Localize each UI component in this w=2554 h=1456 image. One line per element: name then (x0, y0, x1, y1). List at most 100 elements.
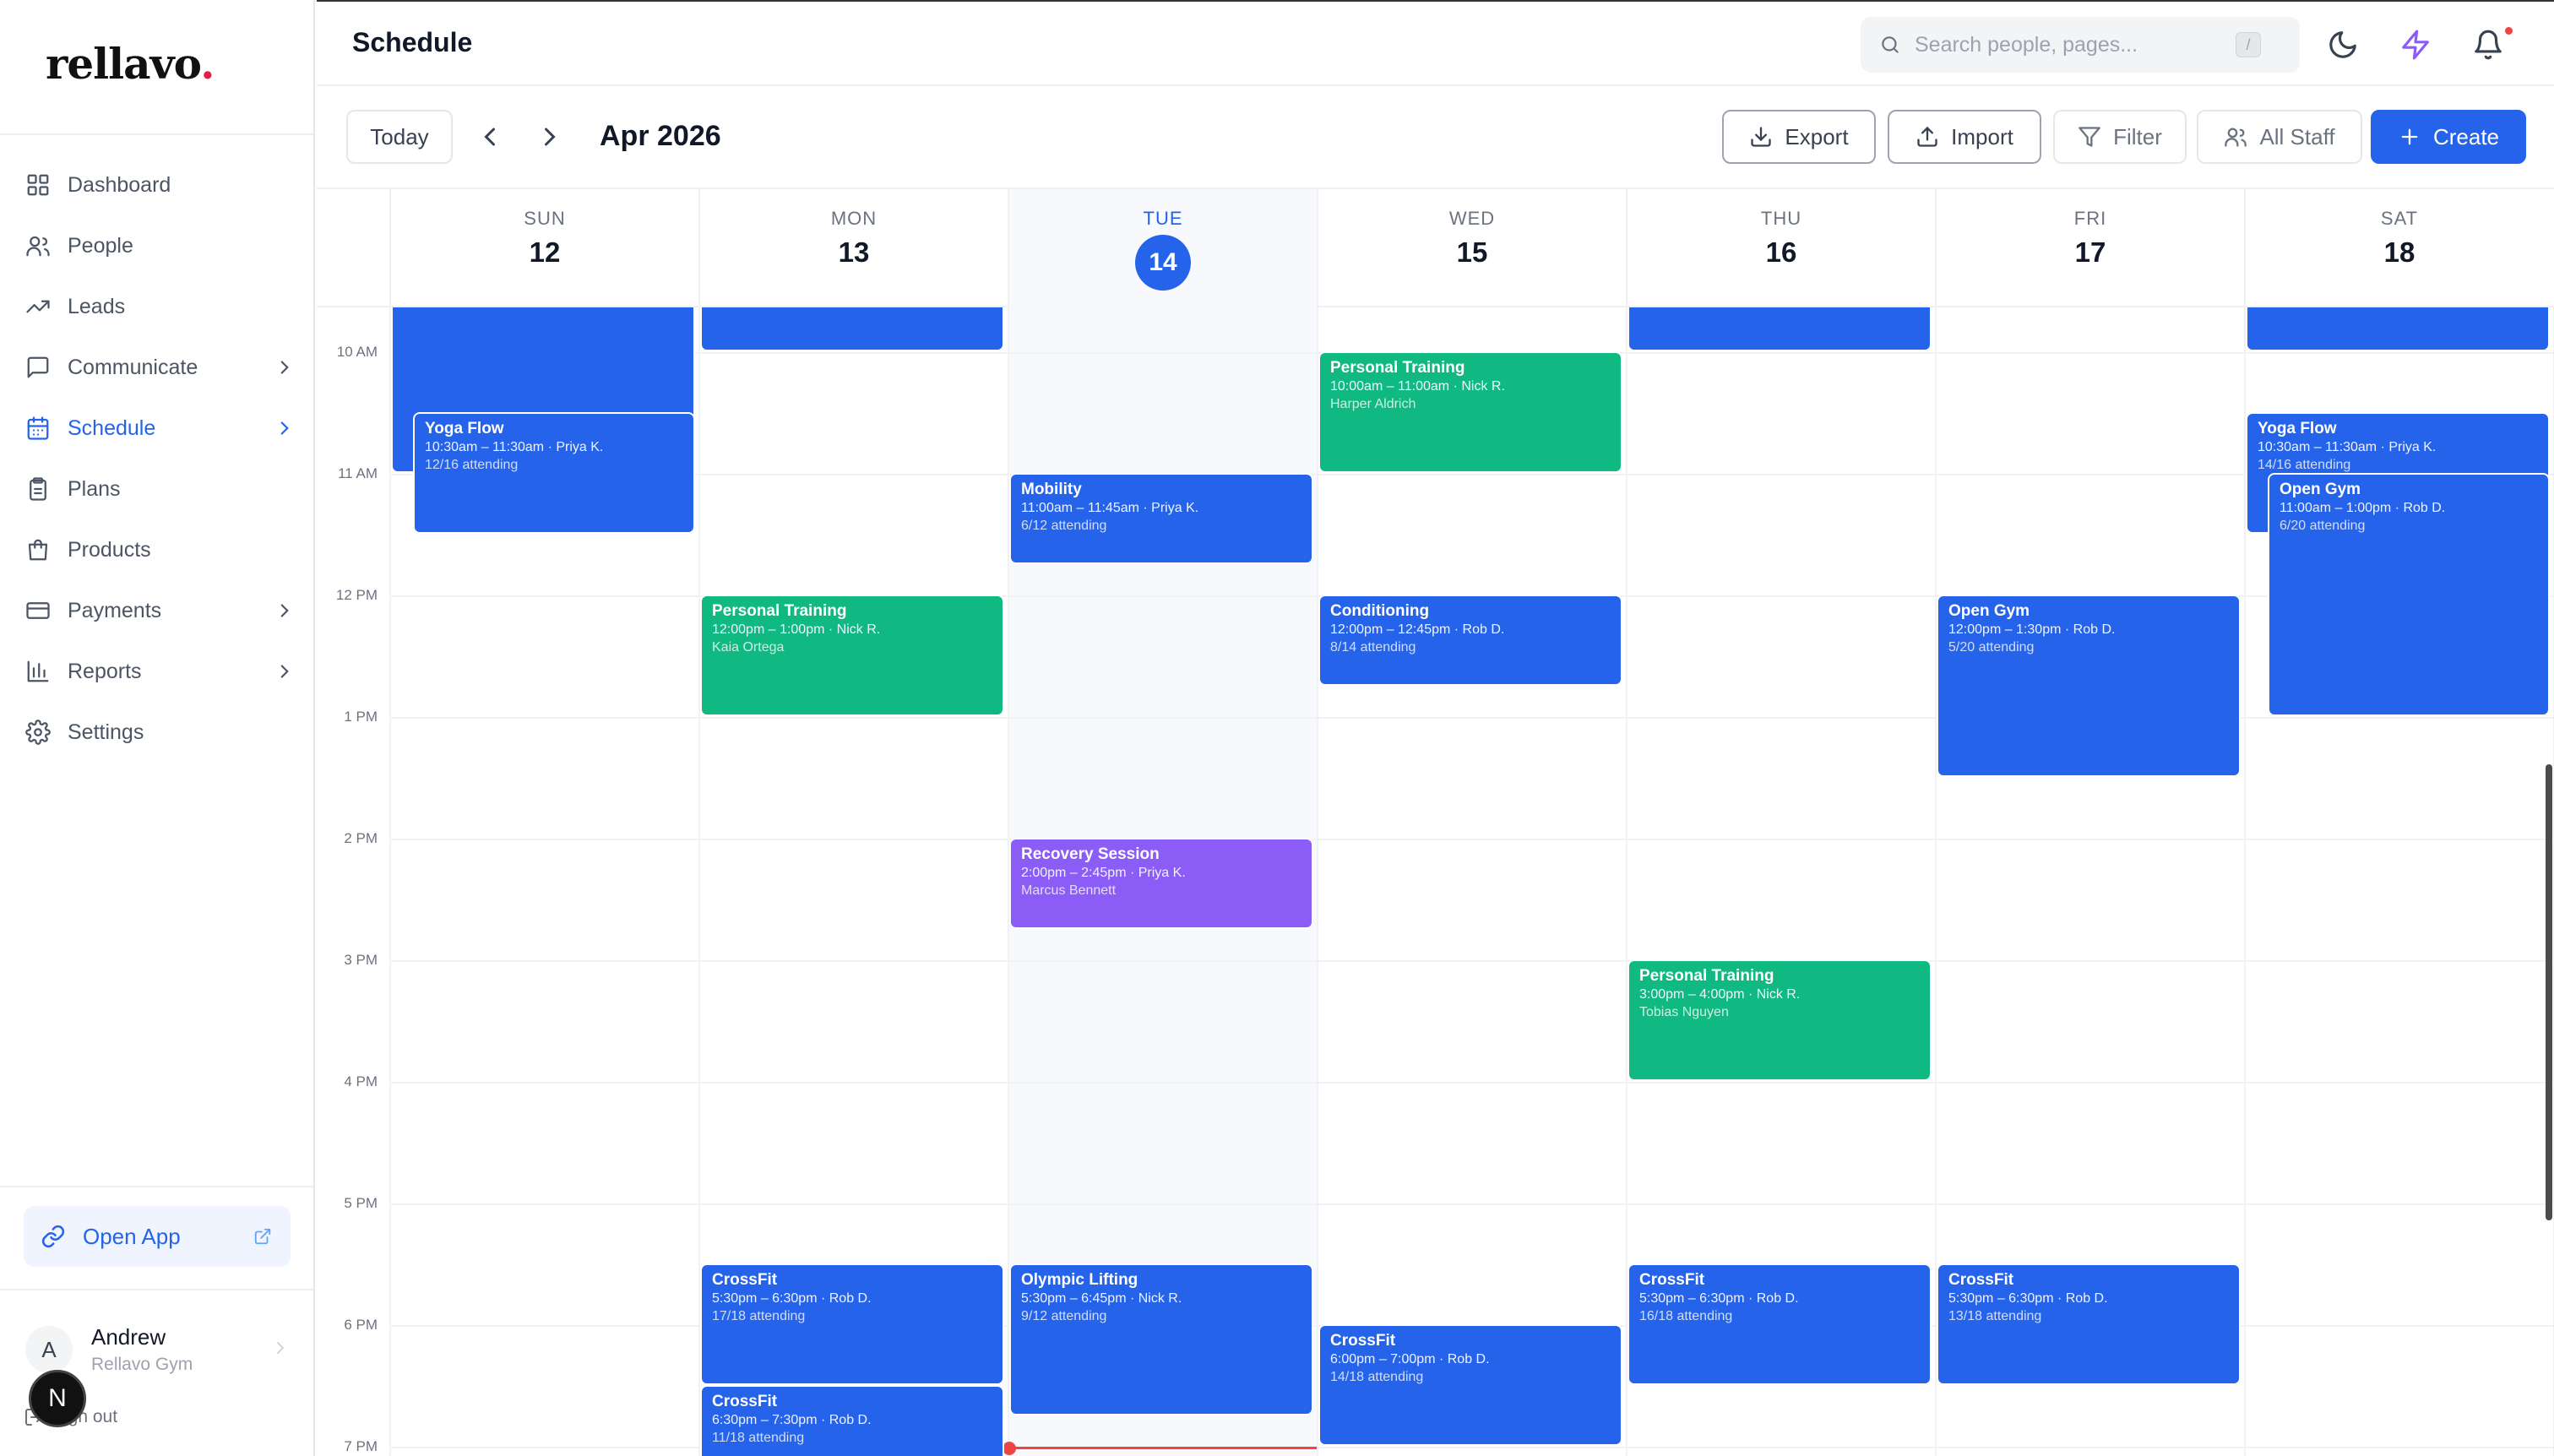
chevron-left-icon[interactable] (475, 122, 505, 152)
hour-label: 12 PM (335, 587, 378, 604)
event-open-gym[interactable]: Open Gym 12:00pm – 1:30pm · Rob D. 5/20 at… (1938, 596, 2239, 776)
lightning-icon[interactable] (2399, 29, 2432, 61)
day-of-week: FRI (2073, 208, 2107, 229)
event-crossfit[interactable]: CrossFit 6:00pm – 7:00pm · Rob D. 14/18 at… (1320, 1326, 1621, 1445)
upload-icon (1917, 126, 1937, 147)
day-header-thu[interactable]: THU 16 (1626, 189, 1935, 307)
chevron-right-icon[interactable] (535, 122, 565, 152)
event-title: Olympic Lifting (1021, 1271, 1138, 1290)
day-number: 18 (2383, 236, 2415, 268)
notification-dot (2503, 25, 2514, 36)
event-olympic-lifting[interactable]: Olympic Lifting 5:30pm – 6:45pm · Nick R.… (1011, 1265, 1312, 1415)
day-number: 13 (838, 236, 870, 268)
sidebar-item-plans[interactable]: Plans (12, 463, 302, 515)
hour-line (389, 1203, 2554, 1206)
event-mobility[interactable]: Mobility 11:00am – 11:45am · Priya K. 6/12… (1011, 475, 1312, 563)
export-button[interactable]: Export (1722, 110, 1876, 164)
sidebar-item-communicate[interactable]: Communicate (12, 341, 302, 394)
event-personal-training[interactable]: Personal Training 3:00pm – 4:00pm · Nick … (1629, 961, 1930, 1080)
avatar[interactable]: A (25, 1326, 73, 1373)
event-detail: 6/12 attending (1021, 519, 1107, 534)
chevron-right-icon[interactable] (270, 1338, 291, 1358)
search-icon (1882, 36, 1899, 53)
event-time: 12:00pm – 12:45pm · Rob D. (1330, 622, 1505, 638)
search-input[interactable] (1915, 32, 2236, 57)
event-detail: 11/18 attending (712, 1431, 805, 1446)
column-divider (1935, 307, 1937, 1456)
event-title: Conditioning (1330, 602, 1430, 621)
sidebar-divider (0, 1289, 313, 1290)
event-time: 10:30am – 11:30am · Priya K. (425, 440, 604, 455)
create-button[interactable]: Create (2371, 110, 2526, 164)
sidebar: rellavo. Dashboard People Leads Communicate… (0, 0, 315, 1456)
event-title: CrossFit (712, 1393, 778, 1411)
sidebar-item-people[interactable]: People (12, 220, 302, 272)
brand-logo[interactable]: rellavo. (46, 39, 215, 89)
filter-icon (2079, 127, 2100, 147)
day-header-fri[interactable]: FRI 17 (1935, 189, 2244, 307)
day-of-week: SAT (2380, 208, 2419, 229)
hour-line (389, 474, 2554, 476)
filter-button[interactable]: Filter (2053, 110, 2187, 164)
event-yoga-flow[interactable]: Yoga Flow 10:30am – 11:30am · Priya K. 12/… (415, 414, 693, 533)
day-header-sat[interactable]: SAT 18 (2244, 189, 2553, 307)
sidebar-item-label: Products (68, 537, 151, 562)
event-detail: 12/16 attending (425, 458, 519, 473)
event-title: Yoga Flow (425, 420, 504, 438)
event-time: 11:00am – 11:45am · Priya K. (1021, 501, 1199, 516)
create-label: Create (2432, 123, 2500, 149)
sidebar-item-dashboard[interactable]: Dashboard (12, 159, 302, 211)
event-crossfit[interactable]: CrossFit 5:30pm – 6:30pm · Rob D. 13/18 at… (1938, 1265, 2239, 1384)
today-button[interactable]: Today (346, 110, 453, 164)
sidebar-item-reports[interactable]: Reports (12, 645, 302, 698)
sidebar-item-leads[interactable]: Leads (12, 280, 302, 333)
month-label: Apr 2026 (600, 120, 721, 152)
event-title: CrossFit (712, 1271, 778, 1290)
floating-badge[interactable]: N (29, 1370, 86, 1427)
event-conditioning[interactable]: Conditioning 12:00pm – 12:45pm · Rob D. 8/… (1320, 596, 1621, 685)
day-of-week: WED (1448, 208, 1496, 229)
bell-icon[interactable] (2472, 29, 2504, 61)
search-shortcut-key: / (2236, 32, 2261, 57)
sidebar-item-schedule[interactable]: Schedule (12, 402, 302, 454)
event-detail: 6/20 attending (2280, 519, 2366, 534)
event-time: 3:00pm – 4:00pm · Nick R. (1639, 987, 1801, 1002)
day-header-wed[interactable]: WED 15 (1317, 189, 1626, 307)
event-open-gym[interactable]: Open Gym 11:00am – 1:00pm · Rob D. 6/20 at… (2269, 475, 2548, 715)
event-time: 5:30pm – 6:30pm · Rob D. (1948, 1291, 2108, 1307)
event-crossfit[interactable]: CrossFit 5:30pm – 6:30pm · Rob D. 17/18 at… (702, 1265, 1003, 1384)
sidebar-item-label: Settings (68, 720, 144, 744)
event-recovery-session[interactable]: Recovery Session 2:00pm – 2:45pm · Priya … (1011, 839, 1312, 928)
sidebar-item-settings[interactable]: Settings (12, 706, 302, 758)
day-header-mon[interactable]: MON 13 (698, 189, 1008, 307)
hour-line (389, 960, 2554, 963)
top-bar: Schedule / (317, 0, 2554, 86)
event-crossfit[interactable]: CrossFit 6:30pm – 7:30pm · Rob D. 11/18 at… (702, 1387, 1003, 1456)
moon-icon[interactable] (2327, 29, 2359, 61)
day-header-tue[interactable]: TUE 14 (1008, 189, 1317, 307)
event-time: 5:30pm – 6:45pm · Nick R. (1021, 1291, 1182, 1307)
download-icon (1751, 127, 1772, 147)
event-crossfit[interactable]: CrossFit 5:30pm – 6:30pm · Rob D. 16/18 at… (1629, 1265, 1930, 1384)
time-grid[interactable]: 10 AM 11 AM 12 PM 1 PM 2 PM 3 PM 4 PM 5 PM 6 PM 7… (317, 231, 2554, 1456)
day-header-sun[interactable]: SUN 12 (389, 189, 698, 307)
sidebar-item-label: Reports (68, 659, 142, 683)
search-box[interactable]: / (1861, 17, 2300, 73)
bar-chart-icon (27, 660, 49, 682)
event-time: 6:30pm – 7:30pm · Rob D. (712, 1413, 872, 1428)
import-button[interactable]: Import (1888, 110, 2041, 164)
event-detail: 14/18 attending (1330, 1370, 1424, 1385)
hour-line (389, 839, 2554, 841)
event-personal-training[interactable]: Personal Training 10:00am – 11:00am · Nic… (1320, 353, 1621, 472)
day-of-week: TUE (1143, 208, 1183, 229)
sidebar-item-products[interactable]: Products (12, 524, 302, 576)
open-app-button[interactable]: Open App (24, 1206, 291, 1267)
scrollbar[interactable] (2546, 764, 2552, 1220)
sidebar-divider (0, 133, 313, 135)
hour-label: 1 PM (344, 709, 378, 725)
sidebar-item-payments[interactable]: Payments (12, 584, 302, 637)
event-personal-training[interactable]: Personal Training 12:00pm – 1:00pm · Nick… (702, 596, 1003, 715)
hour-label: 7 PM (344, 1438, 378, 1455)
event-detail: 8/14 attending (1330, 640, 1416, 655)
staff-filter-button[interactable]: All Staff (2197, 110, 2362, 164)
